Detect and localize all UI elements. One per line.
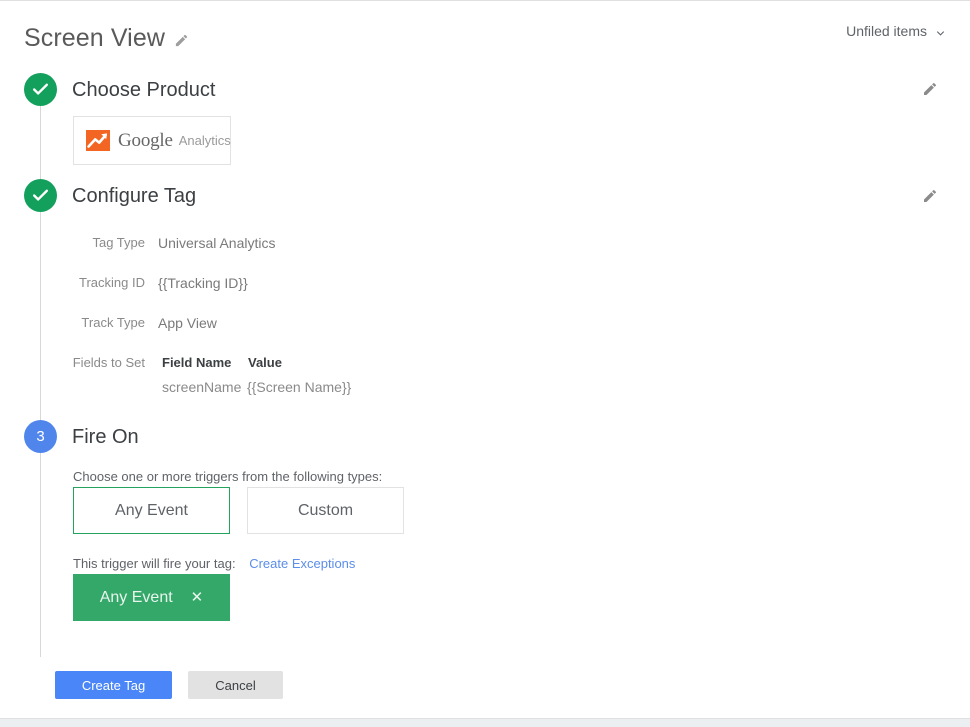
fields-column-header-value: Value: [248, 355, 282, 370]
trigger-type-custom[interactable]: Custom: [247, 487, 404, 534]
config-label: Tracking ID: [79, 275, 145, 290]
close-icon[interactable]: ✕: [191, 590, 204, 605]
trigger-summary-text: This trigger will fire your tag:: [73, 556, 236, 571]
fields-column-header-field-name: Field Name: [162, 355, 232, 370]
workspace-label: Unfiled items: [846, 23, 927, 39]
step-status-check-icon: [24, 73, 57, 106]
cancel-button[interactable]: Cancel: [188, 671, 283, 699]
product-card-google-analytics[interactable]: Google Analytics: [73, 116, 231, 165]
step-title: Fire On: [72, 426, 139, 448]
product-brand: Google: [118, 129, 173, 151]
create-tag-button[interactable]: Create Tag: [55, 671, 172, 699]
step-status-check-icon: [24, 179, 57, 212]
edit-configure-tag-pencil-icon[interactable]: [922, 188, 938, 204]
pencil-icon[interactable]: [174, 33, 189, 48]
trigger-hint-text: Choose one or more triggers from the fol…: [73, 469, 383, 484]
product-name: Analytics: [178, 133, 231, 148]
config-label: Fields to Set: [72, 355, 145, 370]
tag-editor-page: Screen View Unfiled items Choose Product: [0, 0, 970, 719]
selected-trigger-label: Any Event: [99, 588, 173, 606]
field-name-cell: screenName: [162, 379, 242, 395]
trigger-type-label: Custom: [297, 501, 354, 519]
field-value-cell: {{Screen Name}}: [247, 379, 352, 395]
edit-choose-product-pencil-icon[interactable]: [922, 81, 938, 97]
selected-trigger-chip[interactable]: Any Event ✕: [73, 574, 230, 621]
config-label: Track Type: [81, 315, 145, 330]
config-value: {{Tracking ID}}: [158, 275, 248, 291]
config-label: Tag Type: [92, 235, 145, 250]
trigger-summary-row: This trigger will fire your tag: Create …: [73, 555, 355, 572]
config-value: App View: [158, 315, 217, 331]
step-number-badge: 3: [24, 420, 57, 453]
workspace-selector[interactable]: Unfiled items: [846, 23, 946, 39]
timeline-rail: [40, 91, 41, 657]
page-title: Screen View: [24, 24, 165, 52]
trigger-type-any-event[interactable]: Any Event: [73, 487, 230, 534]
page-title-row: Screen View: [24, 23, 189, 53]
trigger-type-label: Any Event: [115, 501, 188, 519]
create-exceptions-link[interactable]: Create Exceptions: [249, 556, 355, 571]
google-analytics-icon: [86, 130, 110, 151]
step-title: Choose Product: [72, 79, 216, 101]
config-value: Universal Analytics: [158, 235, 276, 251]
step-title: Configure Tag: [72, 185, 197, 207]
chevron-down-icon: [935, 26, 946, 37]
